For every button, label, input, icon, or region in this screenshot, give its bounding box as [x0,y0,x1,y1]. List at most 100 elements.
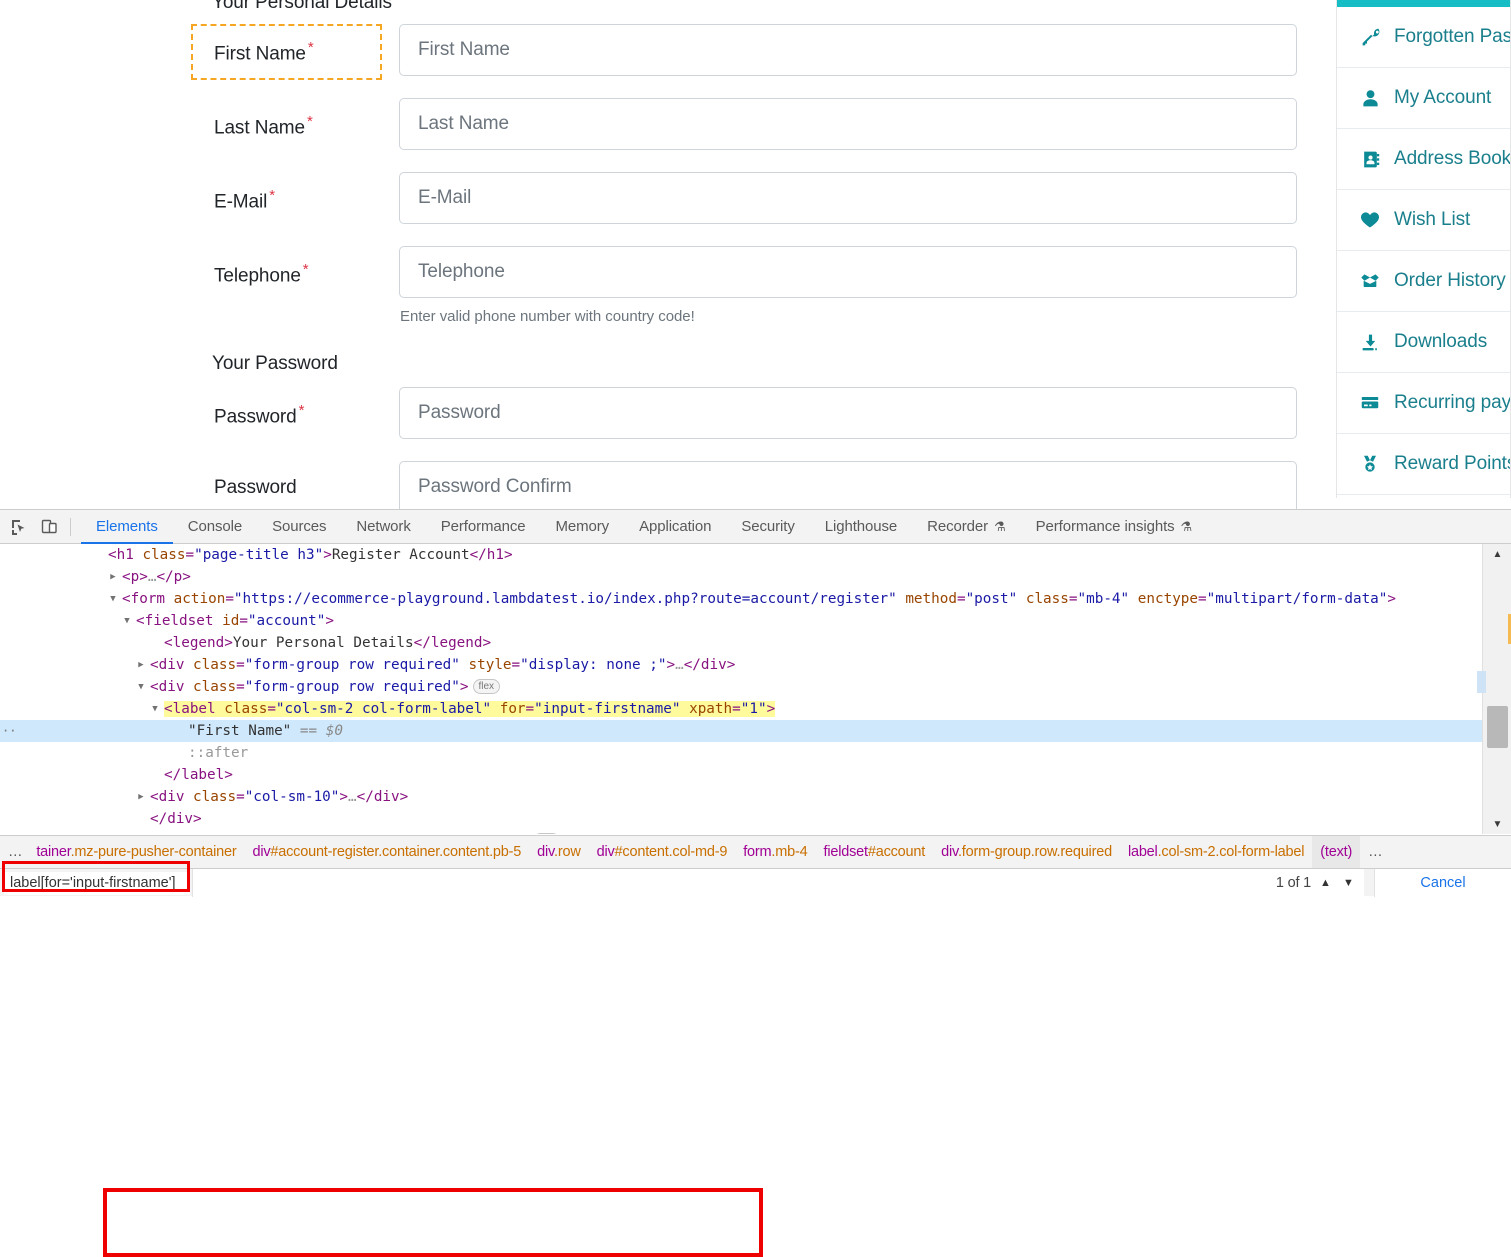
sidebar-item-label: Wish List [1394,209,1470,231]
scrollbar-up-arrow-icon[interactable]: ▲ [1483,544,1511,564]
tab-memory[interactable]: Memory [541,510,625,544]
breadcrumb-item[interactable]: div#account-register.container.content.p… [244,836,529,869]
field-input[interactable]: First Name [399,24,1297,76]
dom-tree-node[interactable]: ▼<form action="https://ecommerce-playgro… [0,588,1482,610]
cancel-button[interactable]: Cancel [1374,869,1511,897]
sidebar-item-reward-points[interactable]: Reward Points [1337,434,1511,495]
sidebar-item-label: Forgotten Password [1394,26,1511,48]
breadcrumb-item[interactable]: label.col-sm-2.col-form-label [1120,836,1312,869]
sidebar-item-downloads[interactable]: Downloads [1337,312,1511,373]
find-results-area: 1 of 1 ▲ ▼ [192,869,1364,897]
download-icon [1359,331,1381,353]
field-label[interactable]: Password [191,477,383,499]
tab-lighthouse[interactable]: Lighthouse [810,510,912,544]
dom-tree-node[interactable]: ::after [0,742,1482,764]
user-icon [1359,87,1381,109]
field-label-text: Telephone [214,265,301,286]
scrollbar-down-arrow-icon[interactable]: ▼ [1483,814,1511,834]
breadcrumb-item[interactable]: div.row [529,836,588,869]
devtools-find-bar: label[for='input-firstname'] 1 of 1 ▲ ▼ … [0,868,1511,896]
dom-tree-node[interactable]: </div> [0,808,1482,830]
dom-tree-node[interactable]: </label> [0,764,1482,786]
dom-tree-node-markup: <div class="form-group row required">…</… [150,830,560,834]
dom-tree-node-markup: <legend>Your Personal Details</legend> [164,632,491,654]
scrollbar-thumb[interactable] [1487,706,1508,748]
search-input[interactable]: label[for='input-firstname'] [4,872,190,895]
browser-viewport: Your Personal Details Your Password Firs… [0,0,1511,509]
dom-tree-node-markup: <fieldset id="account"> [136,610,334,632]
sidebar-item-label: Recurring payments [1394,392,1511,414]
dom-tree-node[interactable]: <legend>Your Personal Details</legend> [0,632,1482,654]
credit-card-icon [1359,392,1381,414]
field-input[interactable]: Password Confirm [399,461,1297,509]
tab-sources[interactable]: Sources [257,510,341,544]
sidebar-item-wish-list[interactable]: Wish List [1337,190,1511,251]
address-book-icon [1359,148,1381,170]
tab-application[interactable]: Application [624,510,726,544]
dom-tree-viewer[interactable]: <h1 class="page-title h3">Register Accou… [0,544,1482,834]
sidebar-item-my-account[interactable]: My Account [1337,68,1511,129]
breadcrumb-item[interactable]: tainer.mz-pure-pusher-container [28,836,244,869]
tab-network[interactable]: Network [341,510,425,544]
breadcrumb-item[interactable]: … [0,836,28,869]
beaker-icon: ⚗ [994,519,1006,535]
breadcrumb-item[interactable]: (text) [1312,836,1360,869]
chevron-right-icon[interactable]: ▶ [136,654,146,676]
tab-performance-insights[interactable]: Performance insights⚗ [1021,510,1207,544]
breadcrumb-item[interactable]: div#content.col-md-9 [589,836,736,869]
chevron-up-icon[interactable]: ▲ [1317,872,1334,894]
field-label-text: Password [214,477,297,498]
field-label[interactable]: Telephone* [191,262,383,287]
dom-tree-node[interactable]: ▼<div class="form-group row required">fl… [0,676,1482,698]
sidebar-item-recurring-payments[interactable]: Recurring payments [1337,373,1511,434]
dom-tree-node[interactable]: ▼<label class="col-sm-2 col-form-label" … [0,698,1482,720]
dom-tree-node[interactable]: ▶<p>…</p> [0,566,1482,588]
tab-security[interactable]: Security [726,510,809,544]
chevron-down-icon[interactable]: ▼ [150,698,160,720]
breadcrumb-item[interactable]: fieldset#account [816,836,934,869]
breadcrumb-item[interactable]: form.mb-4 [735,836,815,869]
sidebar-item-address-book[interactable]: Address Book [1337,129,1511,190]
dom-tree-node[interactable]: "First Name" == $0 [0,720,1482,742]
sidebar-item-forgotten-password[interactable]: Forgotten Password [1337,7,1511,68]
chevron-right-icon[interactable]: ▶ [136,786,146,808]
field-label[interactable]: Last Name* [191,114,383,139]
dom-tree-node-markup: </label> [164,764,233,786]
chevron-down-icon[interactable]: ▼ [136,676,146,698]
field-label[interactable]: First Name* [191,40,383,65]
device-toolbar-icon[interactable] [36,514,62,540]
field-input[interactable]: Password [399,387,1297,439]
breadcrumb-item-selector: .form-group.row.required [958,844,1112,860]
breadcrumb-item[interactable]: div.form-group.row.required [933,836,1120,869]
breadcrumb-item[interactable]: … [1360,836,1388,869]
dom-tree-node[interactable]: ▼<fieldset id="account"> [0,610,1482,632]
tab-elements[interactable]: Elements [81,510,173,544]
breadcrumb-item-label: … [1368,844,1382,860]
field-label[interactable]: E-Mail* [191,188,383,213]
chevron-down-icon[interactable]: ▼ [108,588,118,610]
tab-label: Network [356,518,410,535]
field-label[interactable]: Password* [191,403,383,428]
dom-tree-node[interactable]: ▶<div class="form-group row required" st… [0,654,1482,676]
dom-tree-node[interactable]: <h1 class="page-title h3">Register Accou… [0,544,1482,566]
dom-tree-node[interactable]: ▶ <div class="form-group row required">…<… [0,830,1482,834]
field-label-text: Password [214,406,297,427]
dom-tree-scrollbar[interactable]: ▲ ▼ [1482,544,1511,834]
field-input[interactable]: Last Name [399,98,1297,150]
tab-label: Performance [441,518,526,535]
breadcrumb-item-selector: #account-register.container.content.pb-5 [270,844,521,860]
chevron-right-icon[interactable]: ▶ [136,830,146,834]
devtools-panel: ElementsConsoleSources Network Performance… [0,509,1511,895]
field-input[interactable]: Telephone [399,246,1297,298]
chevron-down-icon[interactable]: ▼ [1340,872,1357,894]
required-asterisk-icon: * [269,187,275,204]
chevron-down-icon[interactable]: ▼ [122,610,132,632]
inspect-element-icon[interactable] [5,514,31,540]
dom-tree-node[interactable]: ▶<div class="col-sm-10">…</div> [0,786,1482,808]
chevron-right-icon[interactable]: ▶ [108,566,118,588]
field-input[interactable]: E-Mail [399,172,1297,224]
tab-performance[interactable]: Performance [426,510,541,544]
sidebar-item-order-history[interactable]: Order History [1337,251,1511,312]
tab-console[interactable]: Console [173,510,257,544]
tab-recorder[interactable]: Recorder⚗ [912,510,1020,544]
